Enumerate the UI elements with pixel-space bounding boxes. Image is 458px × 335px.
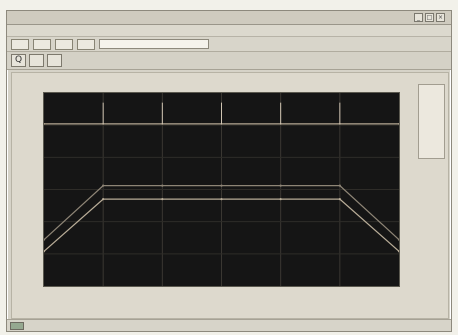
series-1-point: [338, 198, 341, 201]
toolbar-field[interactable]: [99, 39, 209, 49]
series-1-point: [220, 198, 223, 201]
legend: [418, 84, 445, 159]
plot-frame[interactable]: [42, 92, 401, 287]
subtoolbar: Q: [7, 52, 451, 70]
subtool-button-3[interactable]: [47, 54, 62, 67]
window-controls: _ □ ×: [414, 13, 445, 22]
series-2-point: [220, 184, 223, 187]
app-window: _ □ × Q: [6, 10, 452, 332]
series-2-point: [102, 184, 105, 187]
series-1-point: [161, 198, 164, 201]
series-2-point: [338, 184, 341, 187]
chart-svg: [42, 93, 401, 286]
series-1-point: [279, 198, 282, 201]
series-1-point: [102, 198, 105, 201]
menu-bar: [7, 25, 451, 37]
subtool-button-2[interactable]: [29, 54, 44, 67]
zoom-button[interactable]: Q: [11, 54, 26, 67]
work-area: [11, 72, 449, 319]
toolbar-button-3[interactable]: [55, 38, 73, 50]
toolbar-button-1[interactable]: [11, 38, 29, 50]
status-indicator: [10, 321, 24, 330]
status-bar: [7, 319, 451, 331]
toolbar-button-2[interactable]: [33, 38, 51, 50]
series-2-point: [279, 184, 282, 187]
maximize-button[interactable]: □: [425, 13, 434, 22]
toolbar-button-4[interactable]: [77, 38, 95, 50]
series-2-point: [161, 184, 164, 187]
close-button[interactable]: ×: [436, 13, 445, 22]
title-bar: _ □ ×: [7, 11, 451, 25]
minimize-button[interactable]: _: [414, 13, 423, 22]
toolbar: [7, 37, 451, 52]
